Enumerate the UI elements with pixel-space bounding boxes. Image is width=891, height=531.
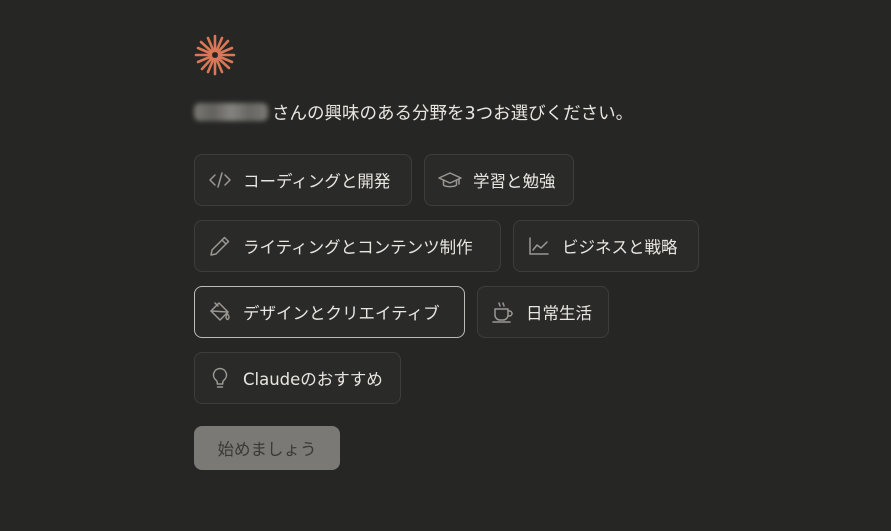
code-icon — [207, 167, 233, 193]
option-label: コーディングと開発 — [243, 172, 391, 191]
option-business-strategy[interactable]: ビジネスと戦略 — [513, 220, 699, 272]
option-label: ビジネスと戦略 — [562, 238, 678, 257]
coffee-cup-icon — [490, 299, 516, 325]
option-daily-life[interactable]: 日常生活 — [477, 286, 609, 338]
option-design-creative[interactable]: デザインとクリエイティブ — [194, 286, 465, 338]
claude-logo-icon — [194, 34, 236, 76]
option-claude-recommendations[interactable]: Claudeのおすすめ — [194, 352, 401, 404]
graduation-cap-icon — [437, 167, 463, 193]
option-label: Claudeのおすすめ — [243, 370, 383, 389]
start-button[interactable]: 始めましょう — [194, 426, 340, 470]
interest-prompt: さんの興味のある分野を3つお選びください。 — [194, 99, 633, 125]
option-label: 日常生活 — [526, 304, 592, 323]
line-chart-icon — [526, 233, 552, 259]
prompt-text: さんの興味のある分野を3つお選びください。 — [272, 103, 634, 124]
pencil-icon — [207, 233, 233, 259]
option-label: ライティングとコンテンツ制作 — [243, 238, 473, 257]
lightbulb-icon — [207, 365, 233, 391]
option-writing-content[interactable]: ライティングとコンテンツ制作 — [194, 220, 501, 272]
option-coding-development[interactable]: コーディングと開発 — [194, 154, 412, 206]
option-label: 学習と勉強 — [473, 172, 556, 191]
option-learning-study[interactable]: 学習と勉強 — [424, 154, 574, 206]
paint-bucket-icon — [207, 299, 233, 325]
redacted-user-name — [194, 103, 268, 121]
option-label: デザインとクリエイティブ — [243, 304, 440, 323]
